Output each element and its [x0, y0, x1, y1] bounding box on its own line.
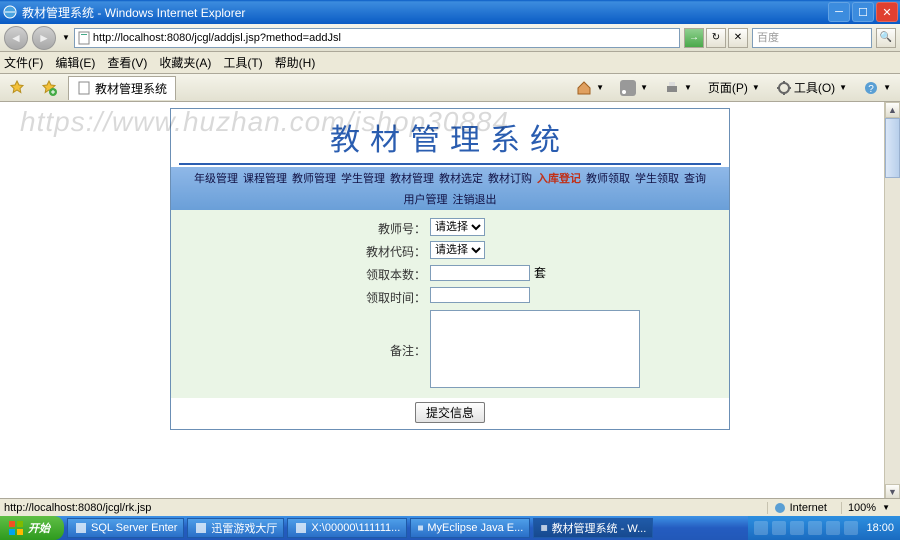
code-select[interactable]: 请选择: [430, 241, 485, 259]
app-frame: 教材管理系统 年级管理课程管理教师管理学生管理教材管理教材选定教材订购入库登记教…: [170, 108, 730, 430]
teacher-label: 教师号：: [171, 218, 426, 237]
ie-icon: [2, 4, 18, 20]
system-tray: 18:00: [748, 516, 900, 540]
nav-item[interactable]: 教师领取: [586, 170, 630, 186]
taskbar-item[interactable]: X:\00000\111111...: [287, 518, 407, 538]
windows-taskbar: 开始 SQL Server Enter迅雷游戏大厅X:\00000\111111…: [0, 516, 900, 540]
time-label: 领取时间：: [171, 287, 426, 306]
globe-icon: [774, 502, 786, 514]
favorites-star-icon[interactable]: [4, 77, 30, 99]
home-icon[interactable]: ▼: [571, 77, 609, 99]
vertical-scrollbar[interactable]: ▲ ▼: [884, 102, 900, 500]
nav-item[interactable]: 教材选定: [439, 170, 483, 186]
status-text: http://localhost:8080/jcgl/rk.jsp: [4, 502, 151, 514]
refresh-button[interactable]: ↻: [706, 28, 726, 48]
help-icon[interactable]: ?▼: [858, 77, 896, 99]
start-button[interactable]: 开始: [0, 516, 64, 540]
time-input[interactable]: [430, 287, 530, 303]
menu-file[interactable]: 文件(F): [4, 54, 43, 71]
back-button[interactable]: ◄: [4, 26, 28, 50]
browser-navbar: ◄ ► ▼ http://localhost:8080/jcgl/addjsl.…: [0, 24, 900, 52]
remark-label: 备注：: [171, 340, 426, 359]
browser-viewport: https://www.huzhan.com/ishop30884 教材管理系统…: [0, 102, 900, 500]
nav-item[interactable]: 教师管理: [292, 170, 336, 186]
zoom-level[interactable]: 100% ▼: [841, 502, 896, 514]
taskbar-item[interactable]: 教材管理系统 - W...: [533, 518, 653, 538]
browser-statusbar: http://localhost:8080/jcgl/rk.jsp Intern…: [0, 498, 900, 516]
add-favorite-icon[interactable]: [36, 77, 62, 99]
page-menu[interactable]: 页面(P)▼: [703, 76, 765, 99]
submit-row: 提交信息: [171, 398, 729, 429]
taskbar-item[interactable]: 迅雷游戏大厅: [187, 518, 284, 538]
minimize-button[interactable]: ─: [828, 2, 850, 22]
maximize-button[interactable]: ☐: [852, 2, 874, 22]
form-panel: 教师号： 请选择 教材代码： 请选择 领取本数： 套 领取时间： 备注：: [171, 210, 729, 398]
url-text: http://localhost:8080/jcgl/addjsl.jsp?me…: [93, 32, 341, 44]
tray-icon[interactable]: [808, 521, 822, 535]
qty-unit: 套: [534, 264, 546, 281]
app-navbar: 年级管理课程管理教师管理学生管理教材管理教材选定教材订购入库登记教师领取学生领取…: [171, 167, 729, 210]
search-button[interactable]: 🔍: [876, 28, 896, 48]
code-label: 教材代码：: [171, 241, 426, 260]
window-title: 教材管理系统 - Windows Internet Explorer: [22, 4, 245, 21]
remark-textarea[interactable]: [430, 310, 640, 388]
security-zone: Internet: [767, 502, 833, 514]
go-button[interactable]: →: [684, 28, 704, 48]
tray-icon[interactable]: [826, 521, 840, 535]
nav-item[interactable]: 教材管理: [390, 170, 434, 186]
close-button[interactable]: ✕: [876, 2, 898, 22]
nav-item[interactable]: 入库登记: [537, 170, 581, 186]
page-icon: [77, 31, 91, 45]
submit-button[interactable]: 提交信息: [415, 402, 485, 423]
menu-view[interactable]: 查看(V): [107, 54, 147, 71]
window-titlebar: 教材管理系统 - Windows Internet Explorer ─ ☐ ✕: [0, 0, 900, 24]
page-icon: [77, 81, 91, 95]
nav-item[interactable]: 注销退出: [453, 191, 497, 207]
menu-tools[interactable]: 工具(T): [223, 54, 262, 71]
taskbar-item[interactable]: SQL Server Enter: [67, 518, 184, 538]
app-title: 教材管理系统: [171, 109, 729, 163]
clock[interactable]: 18:00: [866, 522, 894, 534]
search-box[interactable]: 百度: [752, 28, 872, 48]
teacher-select[interactable]: 请选择: [430, 218, 485, 236]
qty-label: 领取本数：: [171, 264, 426, 283]
taskbar-item[interactable]: MyEclipse Java E...: [410, 518, 530, 538]
feeds-icon[interactable]: ▼: [615, 77, 653, 99]
menu-favorites[interactable]: 收藏夹(A): [159, 54, 211, 71]
browser-menubar: 文件(F) 编辑(E) 查看(V) 收藏夹(A) 工具(T) 帮助(H): [0, 52, 900, 74]
tray-icon[interactable]: [772, 521, 786, 535]
tools-menu[interactable]: 工具(O)▼: [771, 76, 852, 99]
nav-item[interactable]: 查询: [684, 170, 706, 186]
title-divider: [179, 163, 721, 165]
browser-toolbar: 教材管理系统 ▼ ▼ ▼ 页面(P)▼ 工具(O)▼ ?▼: [0, 74, 900, 102]
nav-item[interactable]: 学生领取: [635, 170, 679, 186]
svg-text:?: ?: [868, 84, 874, 95]
tab-label: 教材管理系统: [95, 80, 167, 97]
scroll-up-icon[interactable]: ▲: [885, 102, 900, 118]
history-dropdown[interactable]: ▼: [62, 33, 70, 42]
nav-item[interactable]: 用户管理: [404, 191, 448, 207]
address-bar[interactable]: http://localhost:8080/jcgl/addjsl.jsp?me…: [74, 28, 680, 48]
windows-logo-icon: [8, 520, 24, 536]
print-icon[interactable]: ▼: [659, 77, 697, 99]
forward-button[interactable]: ►: [32, 26, 56, 50]
qty-input[interactable]: [430, 265, 530, 281]
tray-icon[interactable]: [754, 521, 768, 535]
nav-item[interactable]: 学生管理: [341, 170, 385, 186]
browser-tab[interactable]: 教材管理系统: [68, 76, 176, 100]
menu-help[interactable]: 帮助(H): [275, 54, 316, 71]
tray-icon[interactable]: [790, 521, 804, 535]
menu-edit[interactable]: 编辑(E): [55, 54, 95, 71]
tray-icon[interactable]: [844, 521, 858, 535]
nav-item[interactable]: 年级管理: [194, 170, 238, 186]
nav-item[interactable]: 教材订购: [488, 170, 532, 186]
scroll-thumb[interactable]: [885, 118, 900, 178]
nav-item[interactable]: 课程管理: [243, 170, 287, 186]
stop-button[interactable]: ✕: [728, 28, 748, 48]
